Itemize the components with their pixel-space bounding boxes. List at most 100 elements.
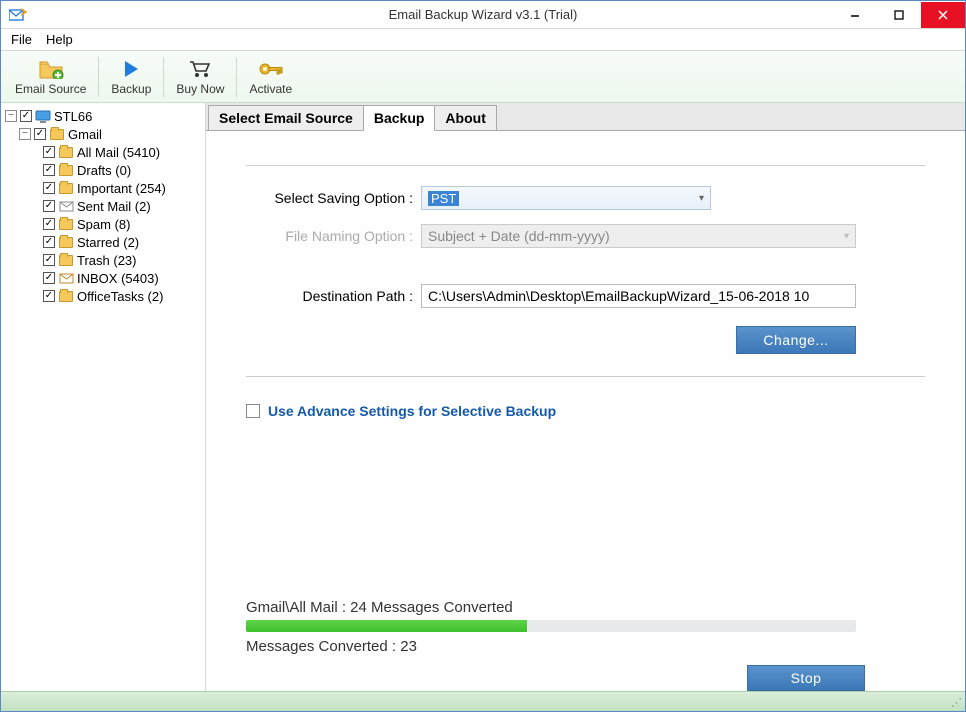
inbox-icon xyxy=(58,271,74,285)
folder-icon xyxy=(58,253,74,267)
checkbox[interactable] xyxy=(43,164,55,176)
tab-strip: Select Email Source Backup About xyxy=(206,103,965,131)
toolbar-separator xyxy=(163,57,164,97)
backup-label: Backup xyxy=(111,82,151,96)
tree-item-label: Drafts (0) xyxy=(77,163,131,178)
progress-fill xyxy=(246,620,527,632)
tab-select-source[interactable]: Select Email Source xyxy=(208,105,364,131)
collapse-icon[interactable]: − xyxy=(5,110,17,122)
checkbox[interactable] xyxy=(43,146,55,158)
email-source-label: Email Source xyxy=(15,82,86,96)
file-naming-label: File Naming Option : xyxy=(246,228,421,244)
main-area: − STL66 − Gmail All Mail (5410) Drafts (… xyxy=(1,103,965,691)
destination-path-input[interactable]: C:\Users\Admin\Desktop\EmailBackupWizard… xyxy=(421,284,856,308)
checkbox[interactable] xyxy=(43,218,55,230)
tree-item[interactable]: INBOX (5403) xyxy=(3,269,203,287)
folder-icon xyxy=(58,145,74,159)
status-bar: ⋰ xyxy=(1,691,965,711)
tree-item[interactable]: OfficeTasks (2) xyxy=(3,287,203,305)
toolbar: Email Source Backup Buy Now Activate xyxy=(1,51,965,103)
key-icon xyxy=(258,58,284,80)
cart-icon xyxy=(187,58,213,80)
buy-now-button[interactable]: Buy Now xyxy=(168,53,232,101)
folder-icon xyxy=(58,235,74,249)
progress-status-line1: Gmail\All Mail : 24 Messages Converted xyxy=(246,599,925,616)
backup-button[interactable]: Backup xyxy=(103,53,159,101)
tab-backup[interactable]: Backup xyxy=(363,105,436,131)
activate-label: Activate xyxy=(249,82,292,96)
desktop-icon xyxy=(35,109,51,123)
divider xyxy=(246,376,925,377)
folder-icon xyxy=(58,181,74,195)
chevron-down-icon: ▾ xyxy=(699,193,704,204)
window-title: Email Backup Wizard v3.1 (Trial) xyxy=(1,7,965,22)
progress-status-line2: Messages Converted : 23 xyxy=(246,638,925,655)
tree-item-label: INBOX (5403) xyxy=(77,271,159,286)
chevron-down-icon: ▾ xyxy=(844,231,849,242)
tree-item-label: Spam (8) xyxy=(77,217,130,232)
folder-icon xyxy=(58,163,74,177)
folder-icon xyxy=(49,127,65,141)
checkbox[interactable] xyxy=(20,110,32,122)
destination-path-label: Destination Path : xyxy=(246,288,421,304)
menubar: File Help xyxy=(1,29,965,51)
sent-mail-icon xyxy=(58,199,74,213)
tree-item[interactable]: Spam (8) xyxy=(3,215,203,233)
folder-tree[interactable]: − STL66 − Gmail All Mail (5410) Drafts (… xyxy=(1,103,206,691)
tree-item[interactable]: All Mail (5410) xyxy=(3,143,203,161)
advance-settings-row[interactable]: Use Advance Settings for Selective Backu… xyxy=(246,403,925,419)
stop-button[interactable]: Stop xyxy=(747,665,865,691)
tab-about[interactable]: About xyxy=(434,105,496,131)
divider xyxy=(246,165,925,166)
tree-item[interactable]: Important (254) xyxy=(3,179,203,197)
checkbox[interactable] xyxy=(43,200,55,212)
tree-item-label: Important (254) xyxy=(77,181,166,196)
file-naming-value: Subject + Date (dd-mm-yyyy) xyxy=(428,228,610,244)
tree-item-label: OfficeTasks (2) xyxy=(77,289,163,304)
tree-item[interactable]: Trash (23) xyxy=(3,251,203,269)
checkbox[interactable] xyxy=(43,290,55,302)
app-window: Email Backup Wizard v3.1 (Trial) File He… xyxy=(0,0,966,712)
menu-help[interactable]: Help xyxy=(46,32,73,47)
tree-item-label: Sent Mail (2) xyxy=(77,199,151,214)
toolbar-separator xyxy=(98,57,99,97)
menu-file[interactable]: File xyxy=(11,32,32,47)
checkbox[interactable] xyxy=(43,254,55,266)
activate-button[interactable]: Activate xyxy=(241,53,300,101)
folder-plus-icon xyxy=(38,58,64,80)
tree-item-label: All Mail (5410) xyxy=(77,145,160,160)
destination-path-value: C:\Users\Admin\Desktop\EmailBackupWizard… xyxy=(428,288,809,304)
folder-icon xyxy=(58,289,74,303)
saving-option-value: PST xyxy=(428,191,459,206)
tree-gmail[interactable]: − Gmail xyxy=(3,125,203,143)
progress-area: Gmail\All Mail : 24 Messages Converted M… xyxy=(246,579,925,691)
collapse-icon[interactable]: − xyxy=(19,128,31,140)
saving-option-select[interactable]: PST ▾ xyxy=(421,186,711,210)
file-naming-select[interactable]: Subject + Date (dd-mm-yyyy) ▾ xyxy=(421,224,856,248)
tree-item[interactable]: Drafts (0) xyxy=(3,161,203,179)
change-button[interactable]: Change... xyxy=(736,326,856,354)
toolbar-separator xyxy=(236,57,237,97)
tree-item[interactable]: Starred (2) xyxy=(3,233,203,251)
play-icon xyxy=(118,58,144,80)
tree-item[interactable]: Sent Mail (2) xyxy=(3,197,203,215)
tree-root-label: STL66 xyxy=(54,109,92,124)
folder-icon xyxy=(58,217,74,231)
tree-gmail-label: Gmail xyxy=(68,127,102,142)
tree-item-label: Starred (2) xyxy=(77,235,139,250)
tab-body: Select Saving Option : PST ▾ File Naming… xyxy=(206,130,965,691)
saving-option-label: Select Saving Option : xyxy=(246,190,421,206)
email-source-button[interactable]: Email Source xyxy=(7,53,94,101)
content-pane: Select Email Source Backup About Select … xyxy=(206,103,965,691)
advance-settings-label: Use Advance Settings for Selective Backu… xyxy=(268,403,556,419)
checkbox[interactable] xyxy=(43,236,55,248)
tree-root[interactable]: − STL66 xyxy=(3,107,203,125)
progress-bar xyxy=(246,620,856,632)
advance-checkbox[interactable] xyxy=(246,404,260,418)
checkbox[interactable] xyxy=(43,182,55,194)
checkbox[interactable] xyxy=(34,128,46,140)
resize-grip-icon[interactable]: ⋰ xyxy=(951,696,961,709)
checkbox[interactable] xyxy=(43,272,55,284)
tree-item-label: Trash (23) xyxy=(77,253,136,268)
buy-now-label: Buy Now xyxy=(176,82,224,96)
